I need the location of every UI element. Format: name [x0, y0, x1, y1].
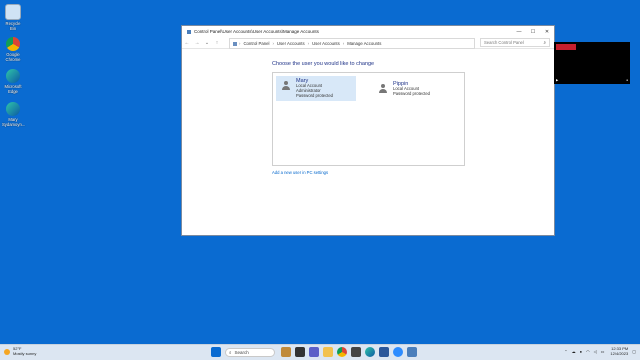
thumbnail-banner	[556, 44, 576, 50]
clock[interactable]: 12:33 PM 12/4/2023	[610, 346, 629, 356]
desktop-icon-label: Google Chrome	[5, 52, 21, 62]
task-view-icon[interactable]	[295, 347, 305, 357]
app-tray-icon[interactable]: ●	[580, 349, 582, 354]
desktop-icon-label: Recycle Bin	[5, 21, 21, 31]
desktop-icon-label: Microsoft Edge	[4, 84, 22, 94]
search-input[interactable]: Search Control Panel ⌕	[480, 38, 550, 47]
taskbar-apps: ⌕ Search	[211, 347, 421, 357]
desktop-icon-recycle-bin[interactable]: Recycle Bin	[2, 4, 24, 31]
maximize-button[interactable]: ☐	[526, 26, 540, 37]
volume-icon[interactable]: ◁	[594, 349, 597, 354]
user-avatar-icon	[378, 84, 388, 94]
taskbar: 52°F Mostly sunny ⌕ Search ⌃ ☁ ● ◠ ◁ ▭ 1…	[0, 344, 640, 360]
breadcrumb-separator: ›	[272, 41, 274, 46]
user-avatar-icon	[281, 81, 291, 91]
start-icon[interactable]	[211, 347, 221, 357]
edge-icon[interactable]	[365, 347, 375, 357]
desktop-icon-label: Mary Sydamoyn...	[2, 117, 26, 127]
chrome-icon	[6, 37, 20, 51]
sun-icon	[4, 348, 10, 355]
control-panel-taskbar-icon[interactable]	[407, 347, 417, 357]
recent-locations-button[interactable]: ⌄	[202, 40, 212, 46]
back-button[interactable]: ←	[182, 40, 192, 46]
battery-icon[interactable]: ▭	[601, 349, 605, 354]
page-heading: Choose the user you would like to change	[272, 61, 375, 67]
account-password-status: Password protected	[393, 90, 431, 96]
teams-icon[interactable]	[309, 347, 319, 357]
thumbnail-text: ▶	[556, 78, 559, 82]
breadcrumb-user-accounts[interactable]: User Accounts	[277, 41, 305, 46]
breadcrumb-folder-icon	[233, 41, 237, 46]
search-icon: ⌕	[543, 40, 546, 45]
desktop-icon-chrome[interactable]: Google Chrome	[2, 37, 24, 62]
breadcrumb-separator: ›	[342, 41, 345, 46]
up-button[interactable]: ↑	[212, 40, 222, 46]
account-tile-pippin[interactable]: Pippin Local Account Password protected	[373, 79, 453, 101]
breadcrumb-control-panel[interactable]: Control Panel	[243, 41, 269, 46]
address-row: ← → ⌄ ↑ › Control Panel › User Accounts …	[182, 37, 554, 49]
desktop-icon-mary-edge[interactable]: Mary Sydamoyn...	[2, 102, 26, 127]
control-panel-icon	[187, 29, 191, 34]
recycle-bin-icon	[5, 4, 21, 20]
window-title: Control Panel\User Accounts\User Account…	[194, 29, 319, 34]
desktop-icon-edge[interactable]: Microsoft Edge	[2, 69, 24, 94]
video-thumbnail-preview[interactable]: ▶ ●	[554, 42, 630, 84]
system-tray: ⌃ ☁ ● ◠ ◁ ▭ 12:33 PM 12/4/2023 ▢	[560, 346, 636, 356]
search-icon: ⌕	[229, 349, 232, 355]
edge-profile-icon	[6, 102, 20, 116]
clock-date: 12/4/2023	[610, 350, 629, 356]
account-tile-mary[interactable]: Mary Local Account Administrator Passwor…	[276, 76, 356, 101]
add-user-link[interactable]: Add a new user in PC settings	[272, 170, 328, 175]
control-panel-window: Control Panel\User Accounts\User Account…	[181, 25, 555, 236]
taskbar-search-label: Search	[234, 349, 249, 355]
zoom-icon[interactable]	[393, 347, 403, 357]
account-password-status: Password protected	[296, 92, 334, 98]
onedrive-icon[interactable]: ☁	[572, 349, 576, 354]
chrome-icon[interactable]	[337, 347, 347, 357]
title-bar[interactable]: Control Panel\User Accounts\User Account…	[182, 26, 554, 37]
widgets-icon[interactable]	[281, 347, 291, 357]
breadcrumb-separator: ›	[239, 41, 241, 46]
edge-icon	[6, 69, 20, 83]
file-explorer-icon[interactable]	[323, 347, 333, 357]
close-button[interactable]: ✕	[540, 26, 554, 37]
search-placeholder: Search Control Panel	[484, 40, 524, 45]
word-icon[interactable]	[379, 347, 389, 357]
weather-widget[interactable]: 52°F Mostly sunny	[4, 346, 37, 356]
forward-button[interactable]: →	[192, 40, 202, 46]
store-icon[interactable]	[351, 347, 361, 357]
notification-icon[interactable]: ▢	[632, 349, 636, 354]
taskbar-search[interactable]: ⌕ Search	[225, 347, 275, 357]
chevron-up-icon[interactable]: ⌃	[564, 349, 567, 354]
accounts-list: Mary Local Account Administrator Passwor…	[272, 72, 465, 166]
wifi-icon[interactable]: ◠	[586, 349, 590, 354]
thumbnail-logo: ●	[626, 78, 628, 82]
breadcrumb-manage-accounts[interactable]: Manage Accounts	[347, 41, 381, 46]
breadcrumb-user-accounts-2[interactable]: User Accounts	[312, 41, 340, 46]
breadcrumb-separator: ›	[307, 41, 310, 46]
weather-desc: Mostly sunny	[13, 350, 37, 356]
minimize-button[interactable]: —	[512, 26, 526, 37]
breadcrumb[interactable]: › Control Panel › User Accounts › User A…	[229, 38, 475, 49]
